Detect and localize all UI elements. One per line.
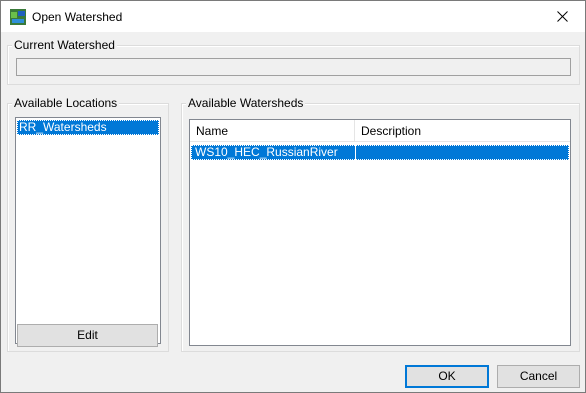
table-row[interactable]: WS10_HEC_RussianRiver bbox=[191, 145, 569, 160]
watershed-name-cell: WS10_HEC_RussianRiver bbox=[195, 145, 338, 159]
title-bar: Open Watershed bbox=[1, 1, 585, 32]
cancel-button[interactable]: Cancel bbox=[497, 365, 580, 388]
watershed-app-icon bbox=[10, 9, 26, 25]
column-header-description[interactable]: Description bbox=[355, 120, 570, 142]
current-watershed-label: Current Watershed bbox=[12, 38, 117, 52]
watershed-description-cell bbox=[356, 145, 569, 160]
location-item-rr-watersheds[interactable]: RR_Watersheds bbox=[17, 120, 159, 135]
close-button[interactable] bbox=[539, 1, 585, 32]
locations-list[interactable]: RR_Watersheds bbox=[15, 117, 161, 344]
open-watershed-dialog: Open Watershed Current Watershed Availab… bbox=[0, 0, 586, 393]
current-watershed-field bbox=[16, 58, 571, 76]
watersheds-table[interactable]: Name Description WS10_HEC_RussianRiver bbox=[189, 119, 571, 346]
available-watersheds-label: Available Watersheds bbox=[186, 96, 306, 110]
column-header-name[interactable]: Name bbox=[190, 120, 354, 142]
window-title: Open Watershed bbox=[32, 10, 123, 24]
edit-button[interactable]: Edit bbox=[17, 324, 158, 347]
location-item-label: RR_Watersheds bbox=[19, 120, 107, 134]
ok-button[interactable]: OK bbox=[405, 365, 489, 388]
available-locations-label: Available Locations bbox=[12, 96, 120, 110]
close-icon bbox=[556, 11, 568, 22]
